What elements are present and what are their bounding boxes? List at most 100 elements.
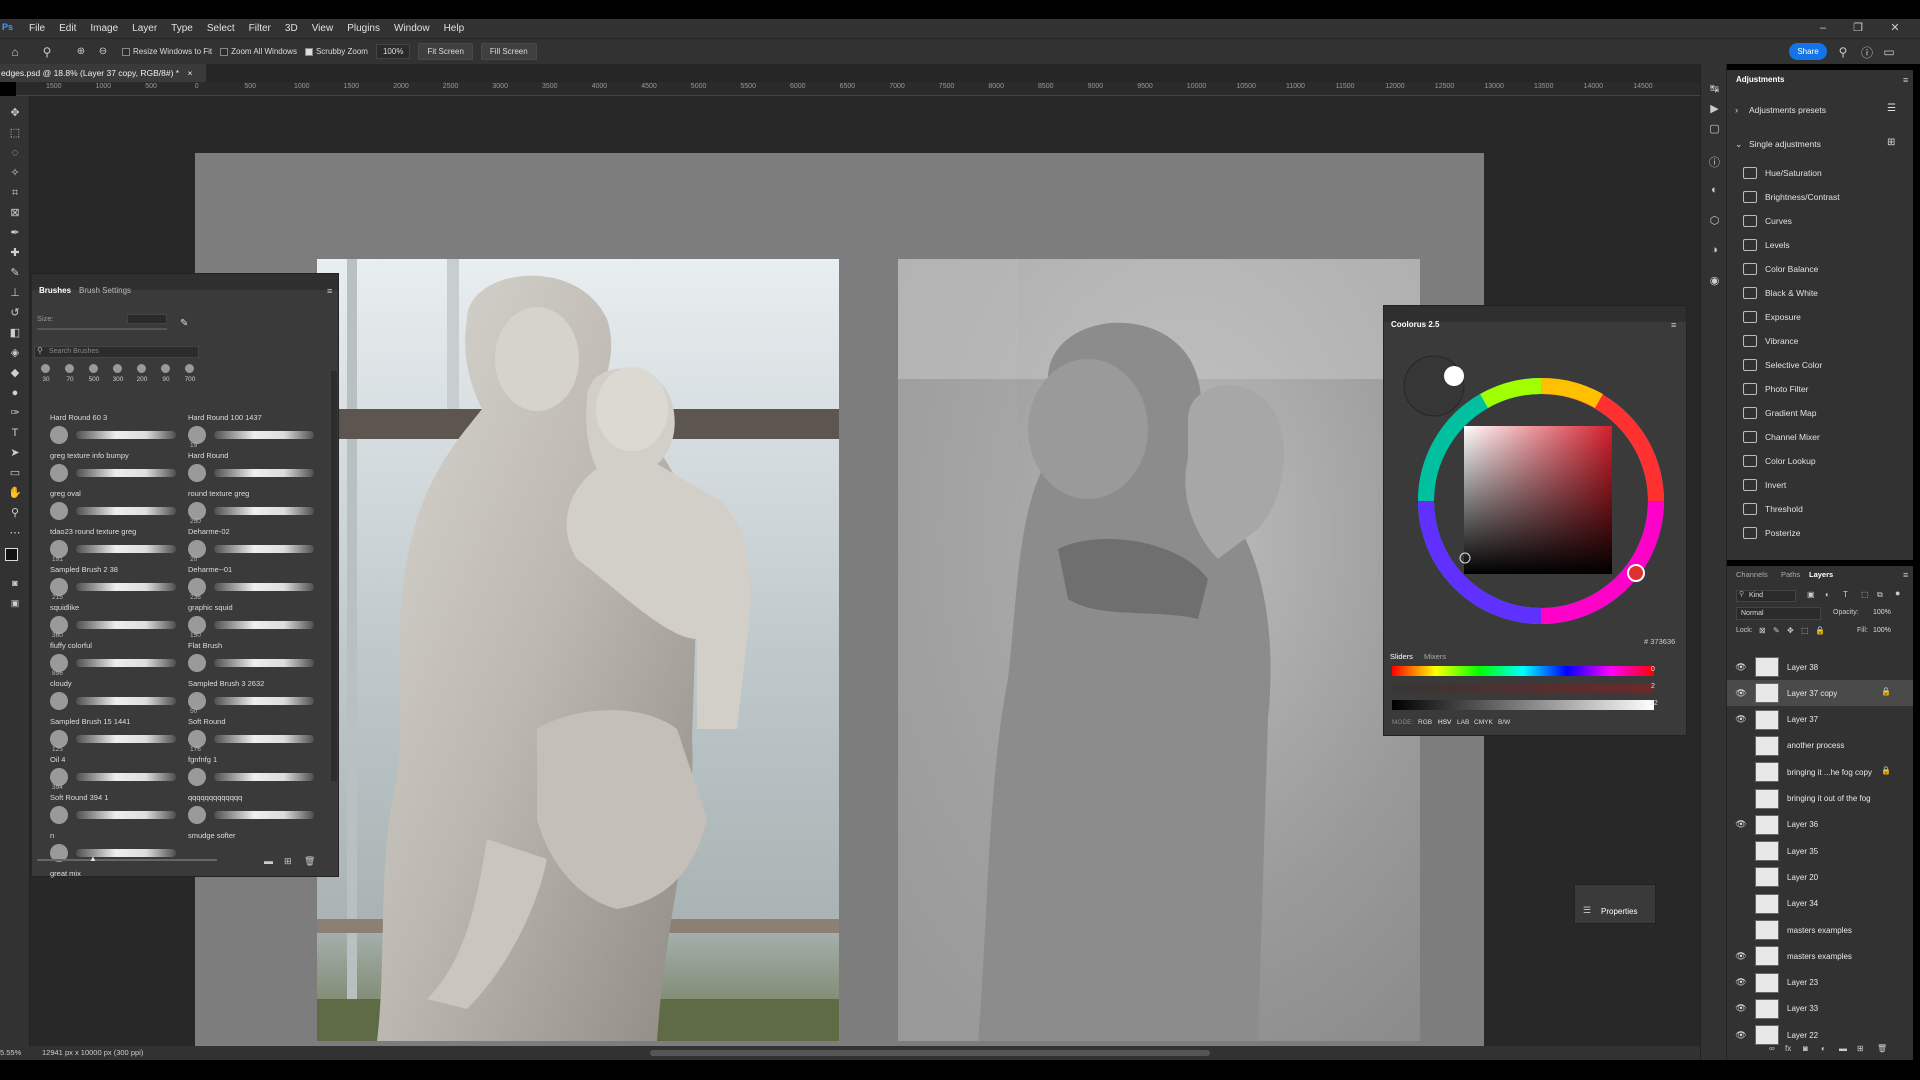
layer-row[interactable]: 👁 Layer 38 xyxy=(1727,654,1913,680)
recent-brush-tip[interactable] xyxy=(137,364,146,373)
visibility-eye-icon[interactable]: 👁 xyxy=(1731,977,1751,988)
brush-preset[interactable]: tdao23 round texture greg xyxy=(50,498,190,536)
history-brush-icon[interactable]: ↺ xyxy=(6,304,24,322)
menu-window[interactable]: Window xyxy=(387,23,437,34)
thumbnail-slider-handle[interactable]: ▲ xyxy=(89,854,97,863)
menu-image[interactable]: Image xyxy=(83,23,125,34)
actions-icon[interactable]: ▶ xyxy=(1707,102,1722,117)
status-doc-size[interactable]: 12941 px x 10000 px (300 ppi) xyxy=(42,1048,143,1057)
recent-brush-tip[interactable] xyxy=(161,364,170,373)
brush-preset[interactable]: 176 fgnfnfg 1 xyxy=(188,726,328,764)
zoom-in-icon[interactable]: ⊕ xyxy=(70,42,92,62)
minimize-button[interactable]: – xyxy=(1806,19,1840,38)
adjustment-item[interactable]: Levels xyxy=(1743,233,1790,257)
zoom-out-icon[interactable]: ⊖ xyxy=(92,42,114,62)
menu-filter[interactable]: Filter xyxy=(242,23,278,34)
workspace-icon[interactable]: ▭ xyxy=(1878,42,1900,62)
brush-preset[interactable]: greg texture info bumpy xyxy=(50,422,190,460)
help-icon[interactable]: ⓘ xyxy=(1856,42,1878,62)
status-zoom[interactable]: 5.55% xyxy=(0,1048,21,1057)
crop-tool-icon[interactable]: ⌗ xyxy=(6,184,24,202)
hue-slider[interactable] xyxy=(1392,666,1654,676)
new-group-icon[interactable]: ▬ xyxy=(1839,1044,1847,1053)
resize-windows-checkbox[interactable]: Resize Windows to Fit xyxy=(122,47,212,56)
menu-select[interactable]: Select xyxy=(200,23,242,34)
brightness-slider[interactable] xyxy=(1392,700,1654,710)
document-tab[interactable]: edges.psd @ 18.8% (Layer 37 copy, RGB/8#… xyxy=(0,64,207,82)
comments-icon[interactable]: ▢ xyxy=(1707,122,1722,137)
layer-row[interactable]: 👁 Layer 37 xyxy=(1727,707,1913,733)
new-brush-preset-icon[interactable]: ⊞ xyxy=(284,856,292,867)
coolorus-icon[interactable]: ◉ xyxy=(1707,274,1722,289)
properties-panel-button[interactable]: ☰ Properties xyxy=(1574,884,1656,924)
lock-position-icon[interactable]: ✥ xyxy=(1787,626,1794,635)
adjustment-item[interactable]: Black & White xyxy=(1743,281,1818,305)
fill-value[interactable]: 100% xyxy=(1873,627,1891,634)
brush-preset[interactable]: 50 Soft Round xyxy=(188,688,328,726)
menu-help[interactable]: Help xyxy=(437,23,472,34)
single-adjustments-label[interactable]: Single adjustments xyxy=(1749,139,1821,149)
recent-brush-tip[interactable] xyxy=(65,364,74,373)
tab-brushes[interactable]: Brushes xyxy=(39,286,71,295)
layer-row[interactable]: 👁 Layer 33 xyxy=(1727,996,1913,1022)
adjustment-item[interactable]: Posterize xyxy=(1743,521,1800,545)
restore-button[interactable]: ❐ xyxy=(1841,19,1875,38)
brush-preset[interactable]: 150 Flat Brush xyxy=(188,612,328,650)
scrubby-zoom-checkbox[interactable]: Scrubby Zoom xyxy=(304,47,368,56)
quick-mask-icon[interactable]: ◙ xyxy=(6,574,24,592)
adjustment-item[interactable]: Invert xyxy=(1743,473,1786,497)
hue-value[interactable]: 0 xyxy=(1651,666,1655,673)
brush-preset[interactable]: Hard Round 60 3 xyxy=(50,384,190,422)
brush-preset[interactable]: smudge softer xyxy=(188,802,328,840)
layer-row[interactable]: masters examples xyxy=(1727,917,1913,943)
brush-preset[interactable]: 236 graphic squid xyxy=(188,574,328,612)
blend-mode-select[interactable]: Normal xyxy=(1736,607,1821,620)
menu-view[interactable]: View xyxy=(305,23,341,34)
adjustments-presets-label[interactable]: Adjustments presets xyxy=(1749,105,1826,115)
adjustment-item[interactable]: Vibrance xyxy=(1743,329,1798,353)
visibility-eye-icon[interactable]: 👁 xyxy=(1731,819,1751,830)
chevron-down-icon[interactable]: ⌄ xyxy=(1735,139,1743,150)
frame-tool-icon[interactable]: ⊠ xyxy=(6,204,24,222)
panel-menu-icon[interactable]: ≡ xyxy=(1671,320,1676,330)
layer-row[interactable]: Layer 34 xyxy=(1727,891,1913,917)
close-window-button[interactable]: ✕ xyxy=(1878,19,1912,38)
adjustment-item[interactable]: Curves xyxy=(1743,209,1792,233)
filter-toggle-icon[interactable]: ● xyxy=(1895,588,1900,598)
adjustment-item[interactable]: Channel Mixer xyxy=(1743,425,1820,449)
tab-sliders[interactable]: Sliders xyxy=(1390,652,1413,661)
menu-layer[interactable]: Layer xyxy=(125,23,164,34)
eraser-icon[interactable]: ◧ xyxy=(6,324,24,342)
brush-preset[interactable]: Sampled Brush 3 2632 xyxy=(188,650,328,688)
search-icon[interactable]: ⚲ xyxy=(1832,42,1854,62)
zoom-percent-field[interactable]: 100% xyxy=(375,44,411,59)
brush-list-scrollbar[interactable] xyxy=(331,371,337,781)
new-layer-icon[interactable]: ⊞ xyxy=(1857,1044,1864,1053)
layer-row[interactable]: 👁 Layer 23 xyxy=(1727,970,1913,996)
brushes-panel-header[interactable] xyxy=(32,274,338,290)
blur-tool-icon[interactable]: ◆ xyxy=(6,364,24,382)
panel-menu-icon[interactable]: ≡ xyxy=(1903,75,1908,85)
recent-brush-tip[interactable] xyxy=(89,364,98,373)
layer-row[interactable]: 👁 Layer 36 xyxy=(1727,812,1913,838)
layer-row[interactable]: bringing it out of the fog xyxy=(1727,786,1913,812)
recent-brush-tip[interactable] xyxy=(113,364,122,373)
panel-menu-icon[interactable]: ≡ xyxy=(327,286,332,296)
menu-plugins[interactable]: Plugins xyxy=(340,23,387,34)
visibility-eye-icon[interactable]: 👁 xyxy=(1731,714,1751,725)
swatches-icon[interactable]: ◑ xyxy=(1707,244,1722,259)
menu-type[interactable]: Type xyxy=(164,23,200,34)
brush-preset[interactable]: 380 fluffy colorful xyxy=(50,612,190,650)
brush-preset[interactable]: 896 cloudy xyxy=(50,650,190,688)
brush-search-input[interactable]: Search Brushes xyxy=(34,346,199,358)
path-select-icon[interactable]: ➤ xyxy=(6,444,24,462)
magic-wand-icon[interactable]: ✧ xyxy=(6,164,24,182)
brush-preset[interactable]: 191 Sampled Brush 2 38 xyxy=(50,536,190,574)
chevron-right-icon[interactable]: › xyxy=(1735,105,1738,115)
visibility-eye-icon[interactable]: 👁 xyxy=(1731,1030,1751,1041)
mode-hsv[interactable]: HSV xyxy=(1438,719,1451,726)
brush-preset[interactable]: 125 Oil 4 xyxy=(50,726,190,764)
panel-menu-icon[interactable]: ≡ xyxy=(1903,570,1908,580)
visibility-eye-icon[interactable]: 👁 xyxy=(1731,662,1751,673)
filter-shape-icon[interactable]: ⬚ xyxy=(1861,590,1869,599)
